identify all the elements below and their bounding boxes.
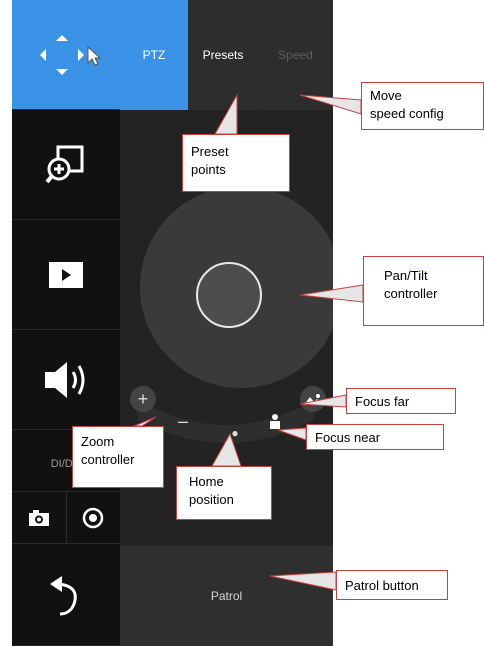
focus-near-icon: [270, 414, 280, 429]
play-button[interactable]: [12, 220, 120, 330]
sidebar: DI/DO: [12, 0, 120, 646]
speaker-icon: [45, 361, 85, 398]
play-icon: [49, 261, 83, 288]
callout-home-position-line2: position: [189, 491, 234, 507]
patrol-button[interactable]: Patrol: [120, 546, 333, 646]
callout-zoom-controller: Zoom controller: [72, 426, 164, 488]
zoom-in-button[interactable]: +: [130, 386, 156, 412]
callout-preset-points: Preset points: [182, 134, 290, 192]
record-button[interactable]: [67, 492, 121, 544]
tab-presets[interactable]: Presets: [190, 0, 256, 110]
callout-patrol-button: Patrol button: [336, 570, 448, 600]
zoom-out-button[interactable]: –: [170, 408, 196, 434]
callout-move-speed-line2: speed config: [370, 105, 444, 121]
callout-pan-tilt-line1: Pan/Tilt: [384, 268, 428, 283]
snapshot-camera-icon: [28, 509, 49, 526]
callout-preset-points-line1: Preset: [191, 144, 229, 159]
tab-ptz[interactable]: PTZ: [120, 0, 188, 110]
callout-focus-near: Focus near: [306, 424, 444, 450]
ptz-control-panel: DI/DO PTZ Presets Speed + – ● Patrol: [12, 0, 333, 646]
callout-preset-points-line2: points: [191, 161, 226, 177]
home-dot-icon: ●: [231, 426, 239, 440]
callout-home-position-line1: Home: [189, 474, 224, 489]
cursor-icon: [87, 45, 102, 66]
zoom-in-icon: +: [137, 388, 149, 409]
home-button[interactable]: ●: [222, 420, 248, 446]
tab-speed[interactable]: Speed: [258, 0, 333, 110]
focus-far-icon: [304, 394, 322, 405]
audio-button[interactable]: [12, 330, 120, 430]
digital-zoom-icon: [45, 145, 84, 183]
snapshot-record-row: [12, 491, 121, 544]
callout-focus-far: Focus far: [346, 388, 456, 414]
callout-move-speed: Move speed config: [361, 82, 484, 130]
return-arrow-icon: [50, 575, 77, 615]
record-icon: [83, 507, 104, 528]
callout-home-position: Home position: [176, 466, 272, 520]
focus-far-button[interactable]: [300, 386, 326, 412]
snapshot-button[interactable]: [12, 491, 67, 544]
callout-pan-tilt: Pan/Tilt controller: [363, 256, 484, 326]
callout-pan-tilt-line2: controller: [384, 285, 438, 301]
ptz-tabs: PTZ Presets Speed: [120, 0, 333, 110]
pan-tilt-knob[interactable]: [196, 262, 262, 328]
callout-zoom-controller-line2: controller: [81, 451, 135, 467]
ptz-main-area: PTZ Presets Speed + – ● Patrol: [120, 0, 333, 646]
callout-zoom-controller-line1: Zoom: [81, 434, 115, 449]
focus-near-button[interactable]: [262, 408, 288, 434]
ptz-mode-button[interactable]: [12, 0, 120, 110]
zoom-out-icon: –: [177, 410, 188, 431]
pan-tilt-arrows-icon: [40, 34, 102, 75]
callout-move-speed-line1: Move: [370, 88, 402, 103]
digital-zoom-button[interactable]: [12, 110, 120, 220]
return-button[interactable]: [12, 544, 120, 646]
